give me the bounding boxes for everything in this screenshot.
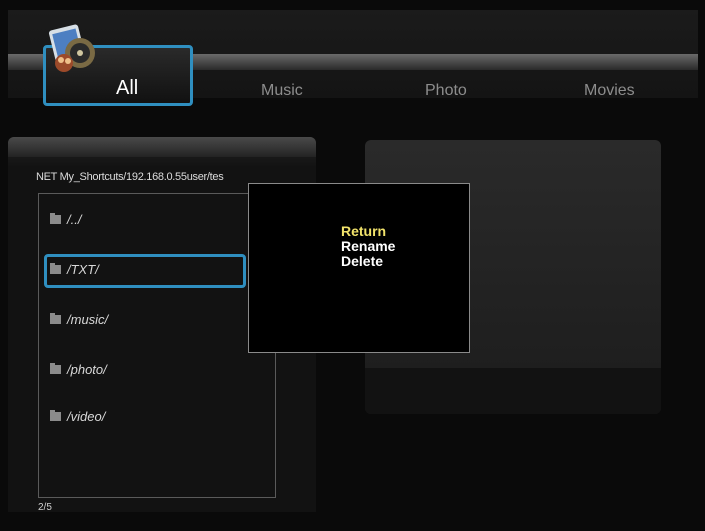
- current-path: NET My_Shortcuts/192.168.0.55user/tes: [36, 171, 224, 183]
- folder-icon: [50, 409, 61, 421]
- tab-music[interactable]: Music: [261, 82, 303, 100]
- list-item[interactable]: /music/: [50, 309, 108, 329]
- tab-movies[interactable]: Movies: [584, 82, 635, 100]
- app-media-icon: [48, 24, 95, 72]
- list-item[interactable]: /../: [50, 209, 81, 229]
- folder-icon: [50, 262, 61, 274]
- list-item-label: /TXT/: [67, 261, 99, 277]
- list-item-label: /photo/: [67, 361, 107, 377]
- list-item-label: /video/: [67, 408, 106, 424]
- menu-item-delete[interactable]: Delete: [341, 254, 383, 269]
- list-item-label: /music/: [67, 311, 109, 327]
- file-browser-header: [8, 137, 316, 157]
- menu-item-rename[interactable]: Rename: [341, 239, 395, 254]
- tab-photo[interactable]: Photo: [425, 82, 467, 100]
- menu-item-return[interactable]: Return: [341, 224, 386, 239]
- list-item[interactable]: /video/: [50, 406, 105, 426]
- page-count: 2/5: [38, 502, 52, 513]
- folder-icon: [50, 212, 61, 224]
- tab-all[interactable]: All: [116, 77, 138, 100]
- file-list: [38, 193, 276, 498]
- folder-icon: [50, 312, 61, 324]
- list-item[interactable]: /photo/: [50, 359, 107, 379]
- folder-icon: [50, 362, 61, 374]
- list-item-label: /../: [67, 211, 82, 227]
- list-item[interactable]: /TXT/: [50, 259, 99, 279]
- preview-info-area: [365, 368, 661, 414]
